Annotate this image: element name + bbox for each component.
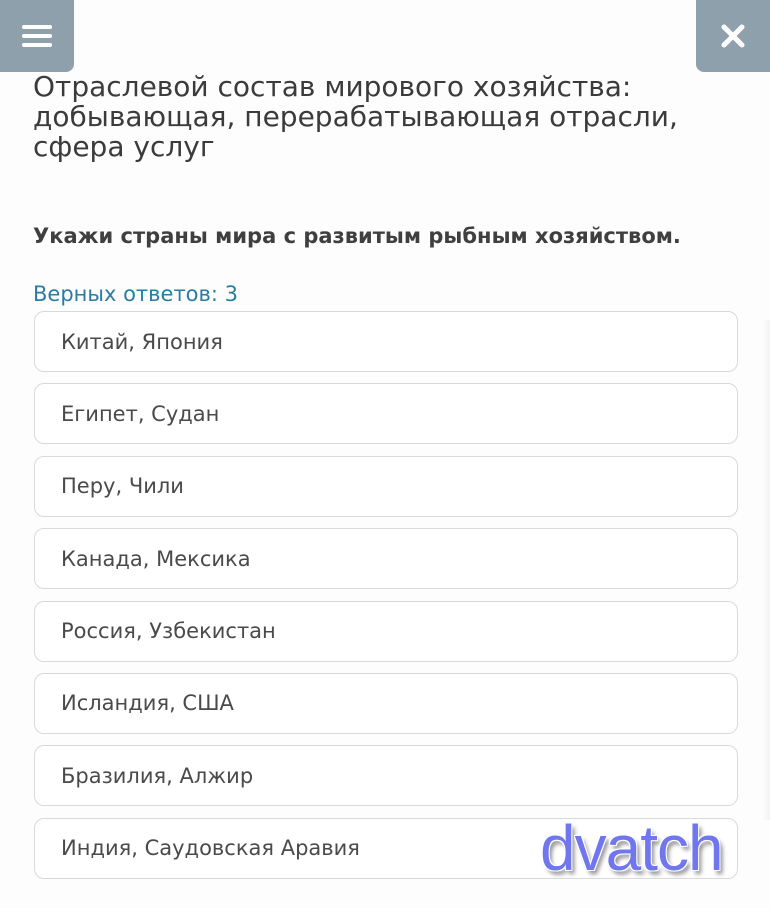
- hamburger-menu-icon: [22, 25, 52, 47]
- scroll-shadow: [762, 320, 770, 820]
- answer-option-label: Россия, Узбекистан: [61, 619, 276, 644]
- close-icon: [721, 24, 745, 48]
- answer-option-label: Исландия, США: [61, 691, 234, 716]
- correct-answers-count: Верных ответов: 3: [33, 282, 239, 306]
- watermark: dvatch: [540, 812, 724, 884]
- answer-options-list: Китай, Япония Египет, Судан Перу, Чили К…: [34, 311, 738, 890]
- answer-option-label: Египет, Судан: [61, 401, 220, 426]
- answer-option-label: Китай, Япония: [61, 329, 223, 354]
- answer-option[interactable]: Канада, Мексика: [34, 528, 738, 590]
- answer-option-label: Бразилия, Алжир: [61, 763, 254, 788]
- answer-option[interactable]: Исландия, США: [34, 672, 738, 734]
- lesson-title: Отраслевой состав мирового хозяйства: до…: [33, 70, 678, 163]
- close-button[interactable]: [696, 0, 770, 72]
- menu-button[interactable]: [0, 0, 74, 72]
- answer-option[interactable]: Россия, Узбекистан: [34, 600, 738, 662]
- answer-option[interactable]: Египет, Судан: [34, 383, 738, 445]
- answer-option[interactable]: Перу, Чили: [34, 455, 738, 517]
- answer-option-label: Канада, Мексика: [61, 546, 251, 571]
- answer-option[interactable]: Бразилия, Алжир: [34, 745, 738, 807]
- answer-option-label: Перу, Чили: [61, 474, 184, 499]
- answer-option-label: Индия, Саудовская Аравия: [61, 836, 360, 861]
- answer-option[interactable]: Китай, Япония: [34, 311, 738, 372]
- question-text: Укажи страны мира с развитым рыбным хозя…: [33, 224, 681, 248]
